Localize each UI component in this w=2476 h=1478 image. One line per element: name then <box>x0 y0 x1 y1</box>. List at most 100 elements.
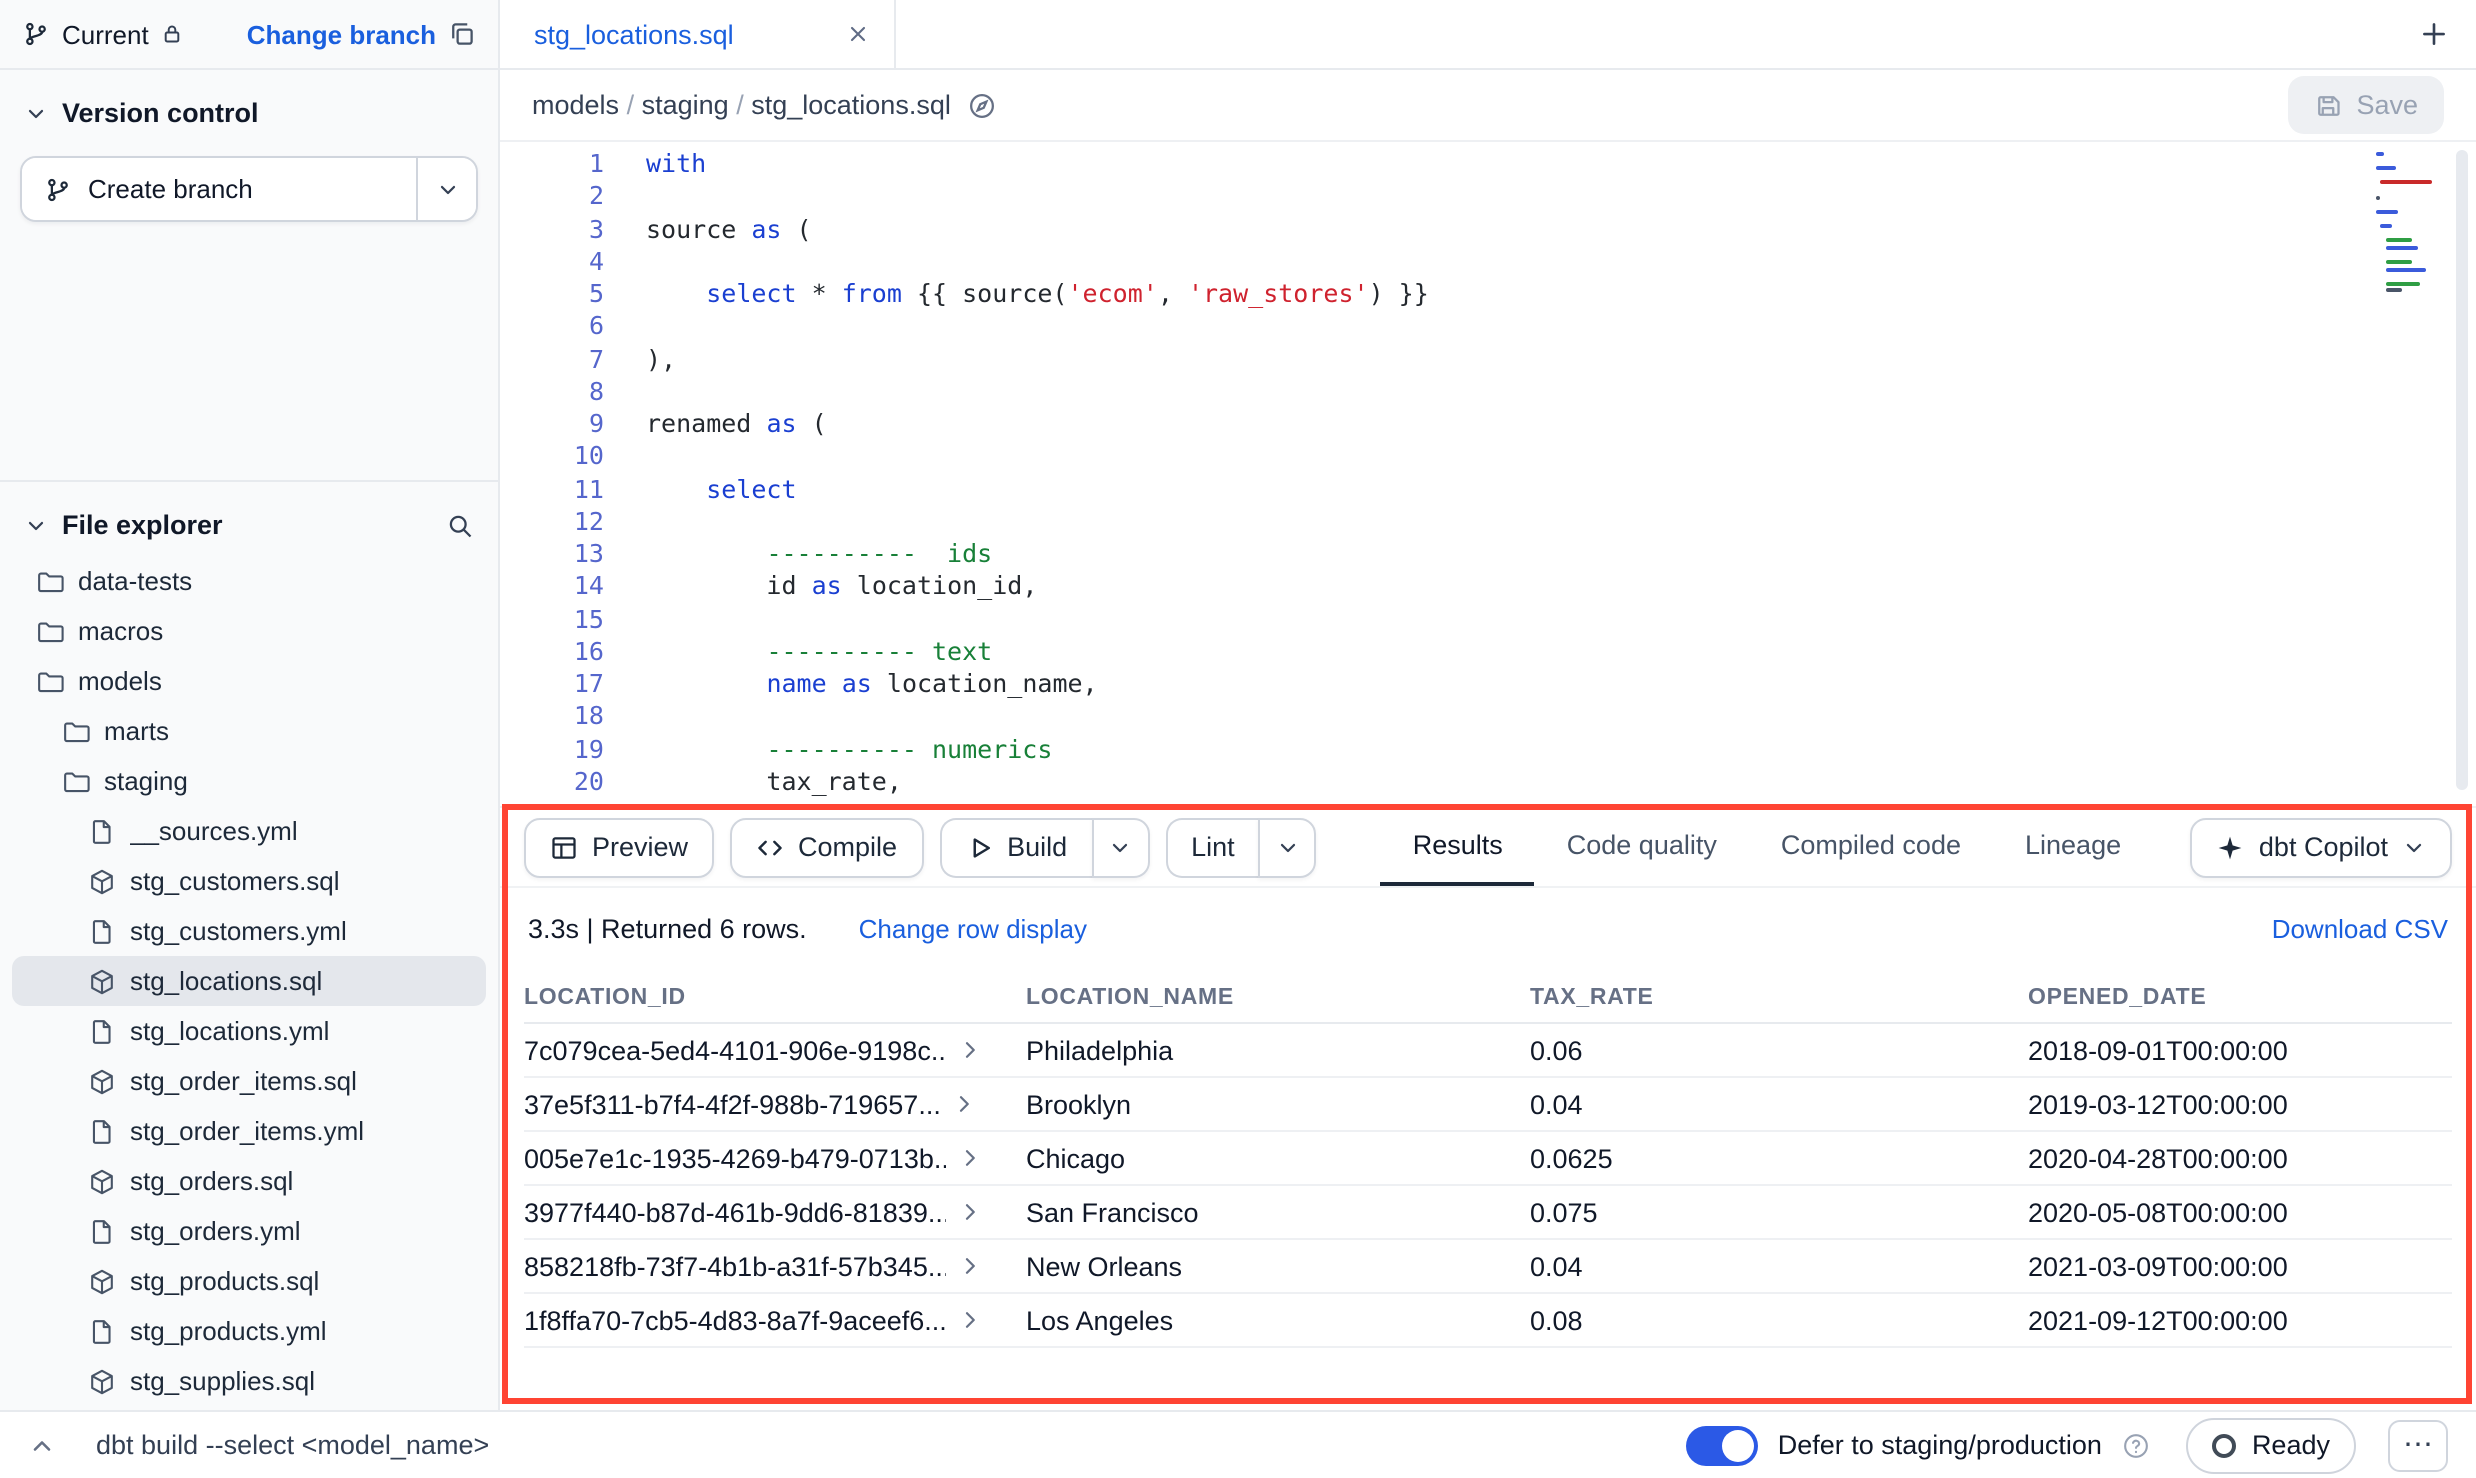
tab-lineage[interactable]: Lineage <box>1993 808 2153 886</box>
table-icon <box>550 833 578 861</box>
line-number: 8 <box>500 376 604 409</box>
file-tree-item-__sources.yml[interactable]: __sources.yml <box>12 806 486 856</box>
help-icon[interactable] <box>2122 1431 2150 1459</box>
compile-button[interactable]: Compile <box>730 817 923 877</box>
expand-cell-icon[interactable] <box>958 1308 982 1332</box>
table-row[interactable]: 7c079cea-5ed4-4101-906e-9198c...Philadel… <box>524 1024 2452 1078</box>
line-number: 15 <box>500 603 604 636</box>
file-tree-item-stg_order_items.yml[interactable]: stg_order_items.yml <box>12 1106 486 1156</box>
file-name: stg_locations.yml <box>130 1016 329 1046</box>
save-button[interactable]: Save <box>2288 76 2444 134</box>
file-explorer-header[interactable]: File explorer <box>0 502 498 548</box>
change-branch-link[interactable]: Change branch <box>247 19 436 49</box>
table-row[interactable]: 1f8ffa70-7cb5-4d83-8a7f-9aceef6...Los An… <box>524 1294 2452 1348</box>
file-tree-item-data-tests[interactable]: data-tests <box>12 556 486 606</box>
cell: New Orleans <box>1026 1251 1530 1281</box>
tab-results[interactable]: Results <box>1381 808 1535 886</box>
ready-label: Ready <box>2252 1430 2330 1460</box>
file-tree-item-stg_orders.sql[interactable]: stg_orders.sql <box>12 1156 486 1206</box>
file-tree-item-stg_customers.yml[interactable]: stg_customers.yml <box>12 906 486 956</box>
code-editor[interactable]: 1234567891011121314151617181920 withsour… <box>500 142 2476 806</box>
line-number: 10 <box>500 441 604 474</box>
close-icon[interactable] <box>846 22 870 46</box>
cell: 0.075 <box>1530 1197 2028 1227</box>
create-branch-options-button[interactable] <box>416 158 476 220</box>
copy-icon[interactable] <box>448 20 476 48</box>
change-row-display-link[interactable]: Change row display <box>859 914 1087 944</box>
build-button[interactable]: Build <box>939 817 1091 877</box>
expand-cell-icon[interactable] <box>958 1146 982 1170</box>
code-line: name as location_name, <box>646 668 2476 701</box>
file-tree-item-staging[interactable]: staging <box>12 756 486 806</box>
editor-tabbar: stg_locations.sql <box>500 0 2476 70</box>
file-explorer-title: File explorer <box>62 510 223 540</box>
file-icon <box>88 917 116 945</box>
tab-stg-locations-sql[interactable]: stg_locations.sql <box>500 0 896 68</box>
cell: 0.06 <box>1530 1035 2028 1065</box>
table-row[interactable]: 3977f440-b87d-461b-9dd6-81839...San Fran… <box>524 1186 2452 1240</box>
line-number: 20 <box>500 766 604 799</box>
file-tree-item-stg_order_items.sql[interactable]: stg_order_items.sql <box>12 1056 486 1106</box>
table-row[interactable]: 37e5f311-b7f4-4f2f-988b-719657...Brookly… <box>524 1078 2452 1132</box>
file-tree-item-models[interactable]: models <box>12 656 486 706</box>
app-root: Current Change branch Version control <box>0 0 2476 1478</box>
create-branch-button[interactable]: Create branch <box>22 158 416 220</box>
line-number: 17 <box>500 668 604 701</box>
code-line: source as ( <box>646 213 2476 246</box>
more-options-button[interactable]: ⋯ <box>2388 1419 2448 1471</box>
chevron-down-icon <box>24 101 48 125</box>
search-icon[interactable] <box>446 511 474 539</box>
expand-cell-icon[interactable] <box>958 1038 982 1062</box>
version-control-header[interactable]: Version control <box>0 90 498 136</box>
file-tree-item-stg_orders.yml[interactable]: stg_orders.yml <box>12 1206 486 1256</box>
tab-title: stg_locations.sql <box>534 19 734 49</box>
editor-scrollbar[interactable] <box>2456 150 2468 790</box>
preview-button[interactable]: Preview <box>524 817 714 877</box>
line-number: 13 <box>500 538 604 571</box>
minimap[interactable] <box>2376 152 2440 296</box>
expand-cell-icon[interactable] <box>958 1254 982 1278</box>
file-tree-item-stg_locations.sql[interactable]: stg_locations.sql <box>12 956 486 1006</box>
file-tree-item-stg_customers.sql[interactable]: stg_customers.sql <box>12 856 486 906</box>
results-toolbar: Preview Compile Build <box>500 808 2476 888</box>
defer-toggle[interactable] <box>1686 1425 1758 1465</box>
code-line <box>646 701 2476 734</box>
lint-options-button[interactable] <box>1259 817 1317 877</box>
ready-spinner-icon <box>2212 1433 2236 1457</box>
file-tree-item-stg_locations.yml[interactable]: stg_locations.yml <box>12 1006 486 1056</box>
cell: 2021-09-12T00:00:00 <box>2028 1305 2452 1335</box>
new-tab-button[interactable] <box>2420 20 2448 48</box>
table-row[interactable]: 858218fb-73f7-4b1b-a31f-57b345...New Orl… <box>524 1240 2452 1294</box>
version-control-section: Version control Create branch <box>0 70 498 482</box>
command-input[interactable]: dbt build --select <model_name> <box>96 1430 489 1460</box>
file-tree-item-stg_supplies.sql[interactable]: stg_supplies.sql <box>12 1356 486 1406</box>
line-number-gutter: 1234567891011121314151617181920 <box>500 148 604 806</box>
table-row[interactable]: 005e7e1c-1935-4269-b479-0713b...Chicago0… <box>524 1132 2452 1186</box>
build-options-button[interactable] <box>1091 817 1149 877</box>
code-line: ---------- numerics <box>646 733 2476 766</box>
file-tree-item-macros[interactable]: macros <box>12 606 486 656</box>
file-tree-item-stg_products.sql[interactable]: stg_products.sql <box>12 1256 486 1306</box>
minimap-line <box>2386 260 2413 264</box>
dbt-copilot-button[interactable]: dbt Copilot <box>2191 817 2452 877</box>
ide-status-button[interactable]: Ready <box>2186 1417 2356 1473</box>
line-number: 12 <box>500 506 604 539</box>
expand-cell-icon[interactable] <box>958 1200 982 1224</box>
lint-button[interactable]: Lint <box>1165 817 1259 877</box>
compass-icon[interactable] <box>969 91 997 119</box>
preview-label: Preview <box>592 832 688 862</box>
file-tree-item-marts[interactable]: marts <box>12 706 486 756</box>
download-csv-link[interactable]: Download CSV <box>2272 914 2448 944</box>
collapse-panel-button[interactable] <box>28 1431 56 1459</box>
tab-compiled-code[interactable]: Compiled code <box>1749 808 1993 886</box>
create-branch-label: Create branch <box>88 174 253 204</box>
cell: 0.04 <box>1530 1089 2028 1119</box>
tab-code-quality[interactable]: Code quality <box>1535 808 1749 886</box>
line-number: 18 <box>500 701 604 734</box>
minimap-line <box>2376 195 2380 199</box>
version-control-title: Version control <box>62 98 259 128</box>
cell: Chicago <box>1026 1143 1530 1173</box>
file-tree-item-stg_products.yml[interactable]: stg_products.yml <box>12 1306 486 1356</box>
expand-cell-icon[interactable] <box>953 1092 977 1116</box>
location-id-value: 7c079cea-5ed4-4101-906e-9198c... <box>524 1035 946 1065</box>
